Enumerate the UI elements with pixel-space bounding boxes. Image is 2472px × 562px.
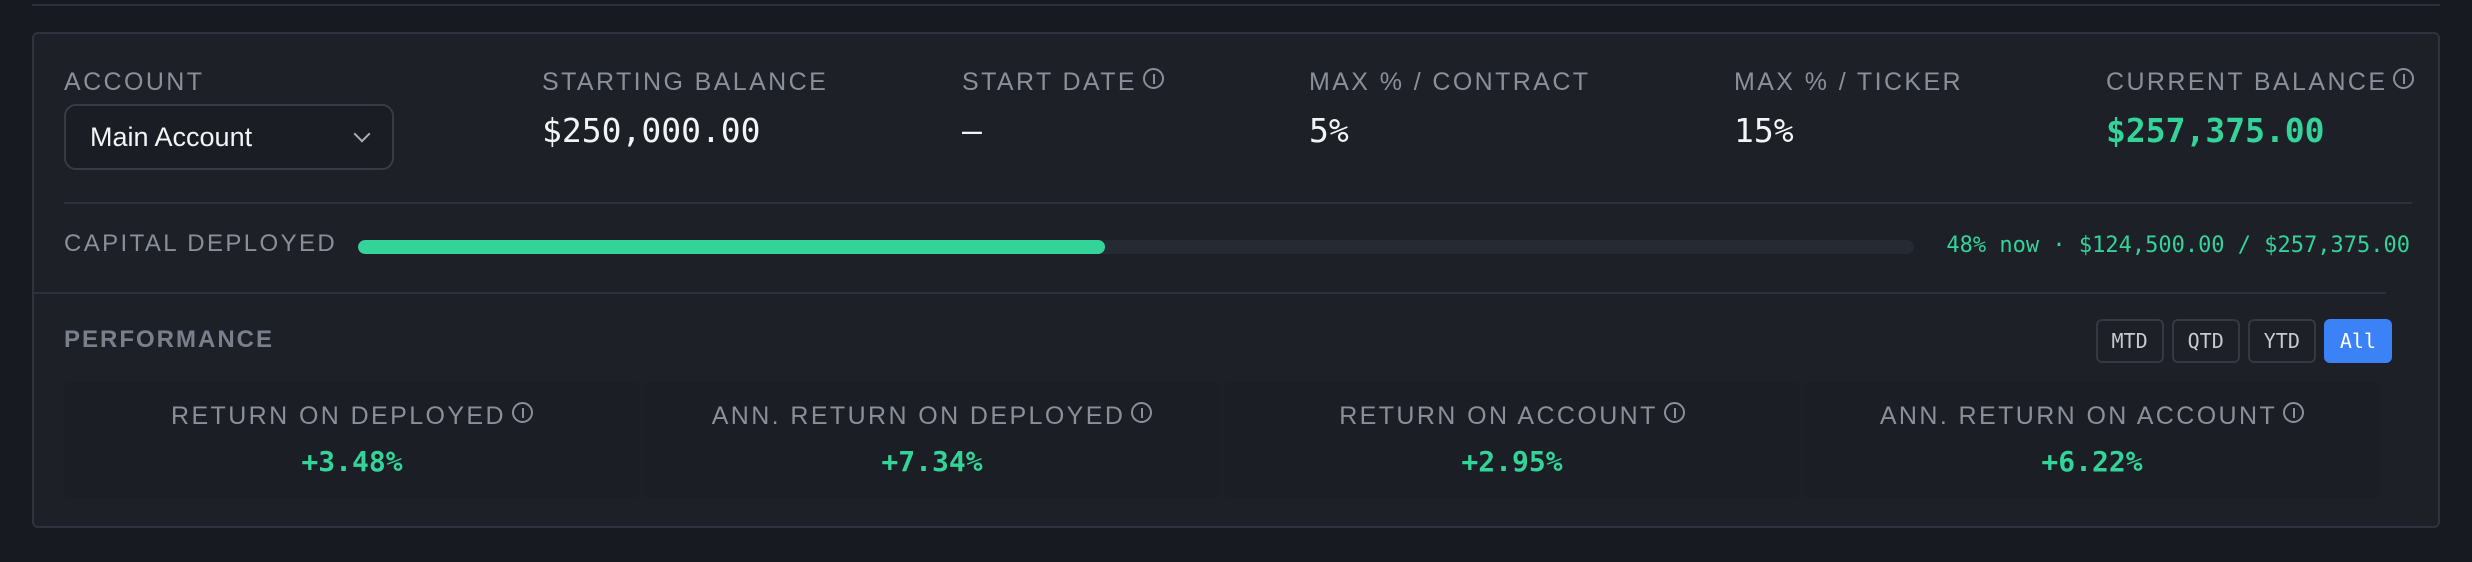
range-button-ytd[interactable]: YTD xyxy=(2247,319,2316,363)
metric-return-on-account: RETURN ON ACCOUNT +2.95% xyxy=(1224,382,1800,498)
info-icon[interactable] xyxy=(1142,68,1164,89)
stat-label: MAX % / TICKER xyxy=(1734,68,1964,96)
account-select-value: Main Account xyxy=(90,121,253,152)
account-select[interactable]: Main Account xyxy=(64,104,394,170)
metric-value: +2.95% xyxy=(1461,445,1563,478)
stat-value: $257,375.00 xyxy=(2106,111,2325,150)
capital-deployed-bar xyxy=(358,240,1914,254)
stat-value: — xyxy=(962,111,982,150)
divider xyxy=(34,292,2386,294)
divider xyxy=(64,202,2412,204)
info-icon[interactable] xyxy=(2283,402,2305,423)
metric-value: +3.48% xyxy=(301,445,403,478)
metric-label: ANN. RETURN ON ACCOUNT xyxy=(1879,402,2278,430)
metric-ann-return-on-deployed: ANN. RETURN ON DEPLOYED +7.34% xyxy=(644,382,1220,498)
stat-label: STARTING BALANCE xyxy=(542,68,829,96)
account-column: ACCOUNT xyxy=(64,68,204,97)
info-icon[interactable] xyxy=(1663,402,1685,423)
range-selector: MTD QTD YTD All xyxy=(2095,319,2392,363)
capital-deployed-label: CAPITAL DEPLOYED xyxy=(64,230,338,257)
info-icon[interactable] xyxy=(1131,402,1153,423)
metric-value: +7.34% xyxy=(881,445,983,478)
info-icon[interactable] xyxy=(511,402,533,423)
stat-value: $250,000.00 xyxy=(542,111,761,150)
performance-metrics: RETURN ON DEPLOYED +3.48% ANN. RETURN ON… xyxy=(64,382,2380,498)
stat-starting-balance: STARTING BALANCE $250,000.00 xyxy=(542,68,828,150)
metric-label: RETURN ON DEPLOYED xyxy=(171,402,506,430)
metric-label: RETURN ON ACCOUNT xyxy=(1339,402,1658,430)
stat-value: 5% xyxy=(1309,111,1349,150)
range-button-qtd[interactable]: QTD xyxy=(2171,319,2240,363)
metric-label: ANN. RETURN ON DEPLOYED xyxy=(711,402,1126,430)
info-icon[interactable] xyxy=(2393,68,2415,89)
stat-value: 15% xyxy=(1734,111,1794,150)
chevron-down-icon xyxy=(353,125,371,143)
previous-panel-edge xyxy=(32,0,2440,6)
capital-deployed-summary: 48% now · $124,500.00 / $257,375.00 xyxy=(1946,233,2410,258)
stat-max-contract: MAX % / CONTRACT 5% xyxy=(1309,68,1590,150)
stat-start-date: START DATE — xyxy=(962,68,1164,150)
stat-label: MAX % / CONTRACT xyxy=(1309,68,1591,96)
metric-ann-return-on-account: ANN. RETURN ON ACCOUNT +6.22% xyxy=(1804,382,2380,498)
capital-deployed-fill xyxy=(358,240,1105,254)
range-button-mtd[interactable]: MTD xyxy=(2095,319,2164,363)
account-settings-panel: ACCOUNT Main Account STARTING BALANCE $2… xyxy=(32,32,2440,528)
stat-label: START DATE xyxy=(962,68,1137,96)
stat-current-balance: CURRENT BALANCE $257,375.00 xyxy=(2106,68,2415,150)
performance-title: PERFORMANCE xyxy=(64,326,275,353)
metric-return-on-deployed: RETURN ON DEPLOYED +3.48% xyxy=(64,382,640,498)
account-label: ACCOUNT xyxy=(64,68,205,96)
metric-value: +6.22% xyxy=(2041,445,2143,478)
range-button-all[interactable]: All xyxy=(2323,319,2392,363)
stat-max-ticker: MAX % / TICKER 15% xyxy=(1734,68,1963,150)
stat-label: CURRENT BALANCE xyxy=(2106,68,2388,96)
